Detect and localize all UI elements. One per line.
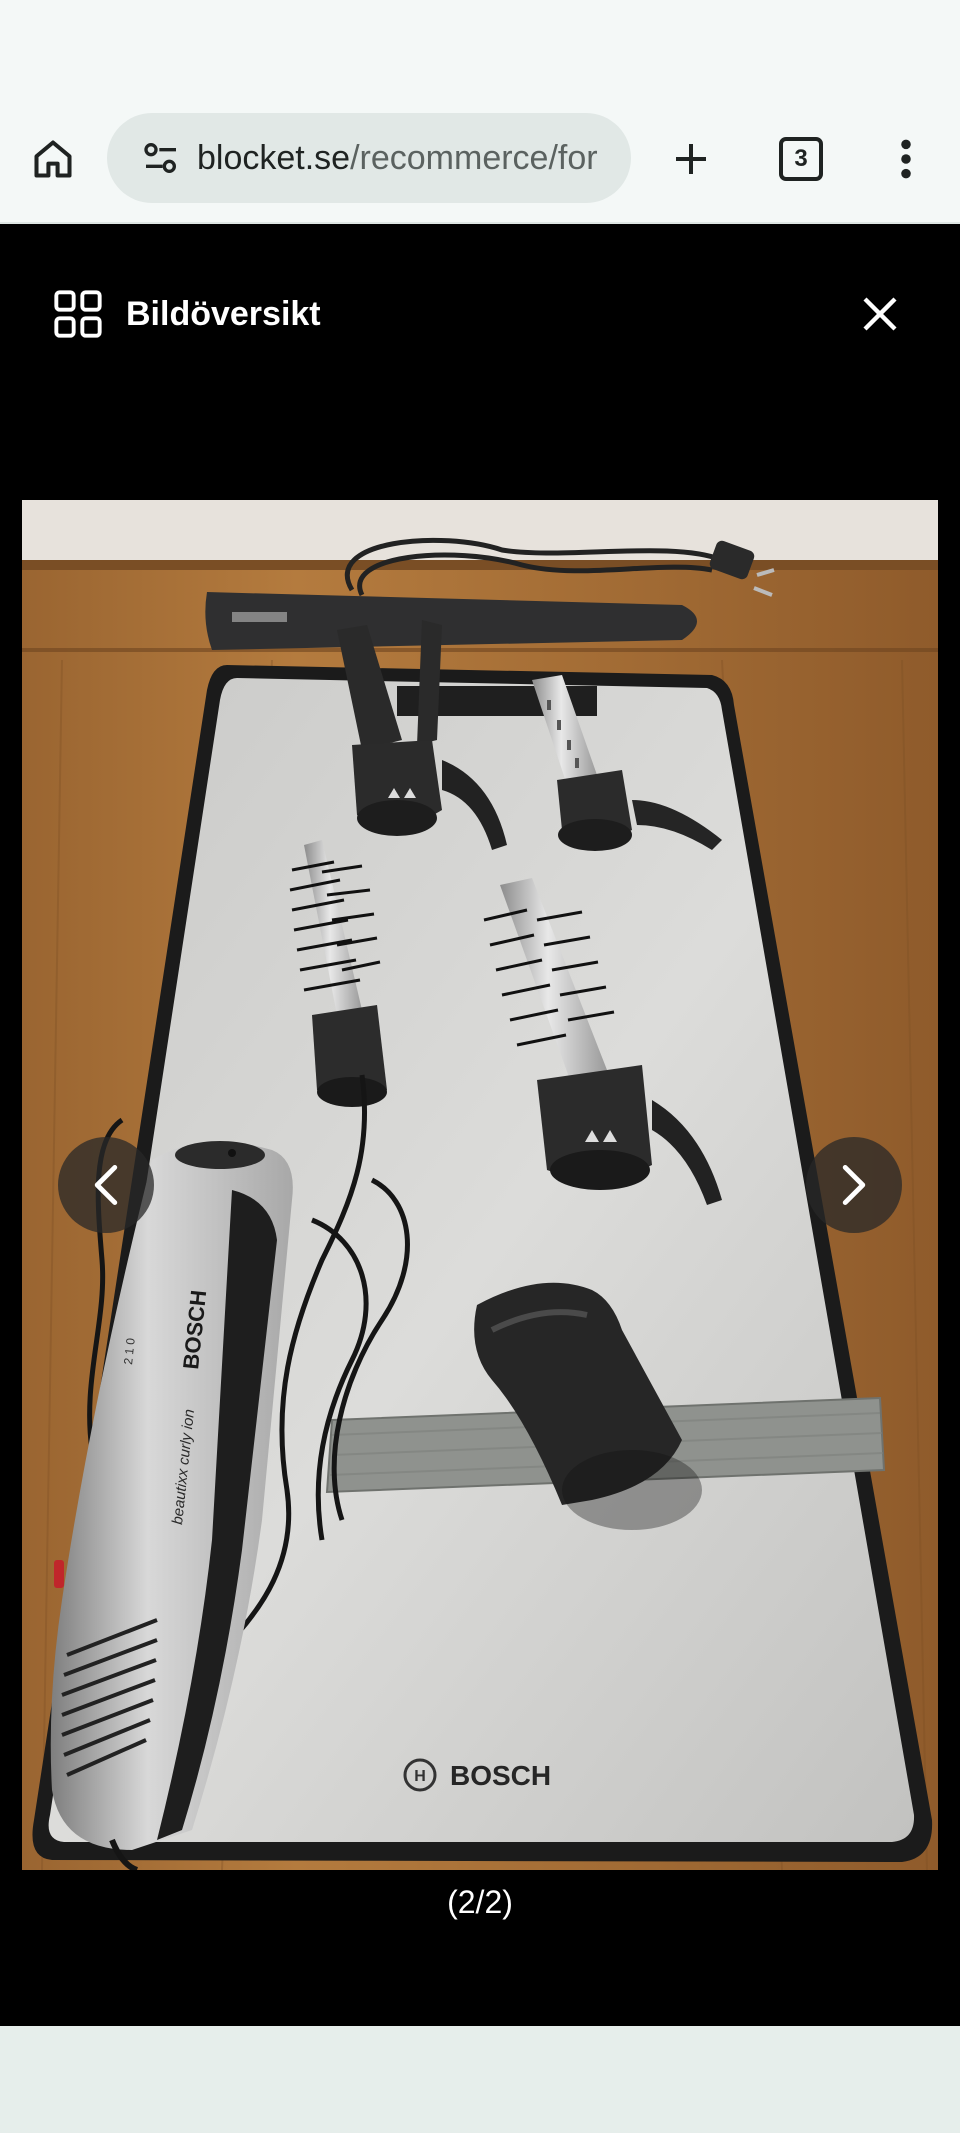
dryer-switch-text: 2 1 0 <box>121 1337 138 1365</box>
hair-styler-set-illustration: H BOSCH BOSCH beautixx curly ion 2 1 0 <box>22 500 938 1870</box>
home-button[interactable] <box>22 128 84 190</box>
chevron-left-icon <box>94 1164 118 1206</box>
browser-toolbar: blocket.se/recommerce/for 3 <box>0 0 960 224</box>
close-viewer-button[interactable] <box>850 284 910 344</box>
address-bar[interactable]: blocket.se/recommerce/for <box>107 113 631 203</box>
image-overview-button[interactable]: Bildöversikt <box>52 284 321 344</box>
mat-brand-text: BOSCH <box>450 1760 551 1791</box>
svg-text:H: H <box>414 1768 426 1785</box>
new-tab-button[interactable] <box>660 128 722 190</box>
product-photo: H BOSCH BOSCH beautixx curly ion 2 1 0 <box>22 500 938 1870</box>
next-image-button[interactable] <box>806 1137 902 1233</box>
more-vert-icon <box>901 139 911 179</box>
grid-icon <box>54 290 102 338</box>
url-text: blocket.se/recommerce/for <box>197 139 617 178</box>
image-viewer: Bildöversikt H BOSCH BOSCH beautixx curl… <box>0 224 960 2026</box>
chevron-right-icon <box>842 1164 866 1206</box>
viewer-header: Bildöversikt <box>0 224 960 394</box>
tab-switcher-button[interactable]: 3 <box>770 128 832 190</box>
more-menu-button[interactable] <box>876 128 936 190</box>
image-counter: (2/2) <box>447 1884 513 1920</box>
home-icon <box>34 140 72 178</box>
tab-switcher-icon: 3 <box>779 137 823 181</box>
tune-icon[interactable] <box>141 138 181 178</box>
url-host: blocket.se <box>197 138 351 177</box>
bottom-bar <box>0 2026 960 2133</box>
url-path: /recommerce/for <box>350 138 598 177</box>
image-overview-label: Bildöversikt <box>126 294 321 333</box>
close-icon <box>863 297 897 331</box>
plus-icon <box>676 144 706 174</box>
previous-image-button[interactable] <box>58 1137 154 1233</box>
tab-count: 3 <box>794 145 808 172</box>
